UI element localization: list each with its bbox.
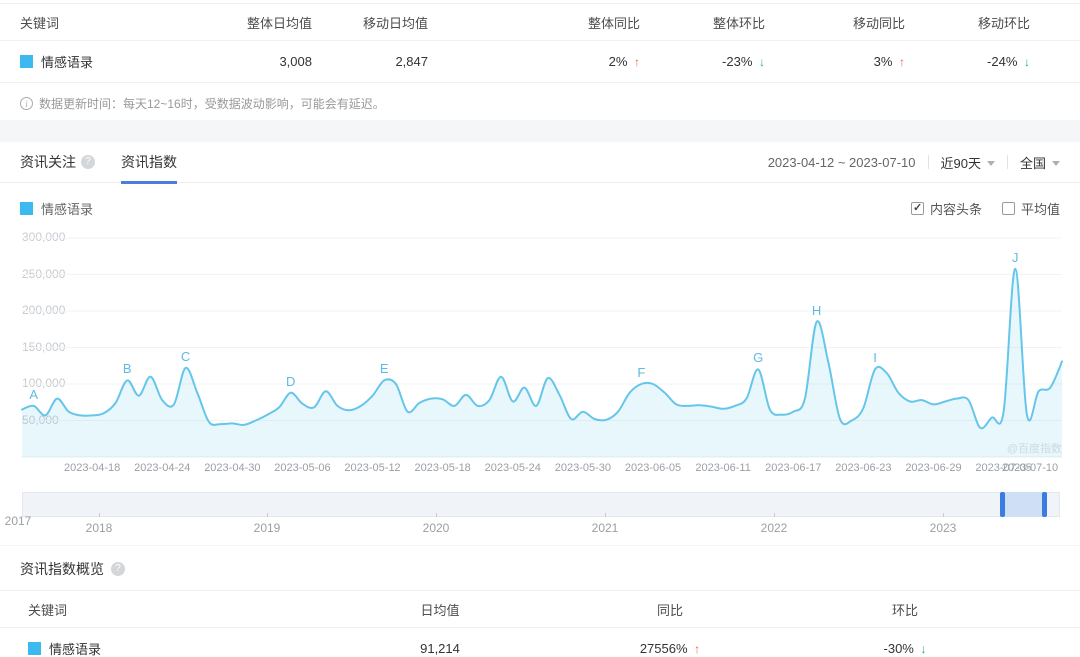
timeline-year-label: 2019	[254, 521, 281, 535]
overview-header-row: 关键词 日均值 同比 环比	[0, 590, 1080, 628]
overview-header-keyword: 关键词	[20, 600, 330, 619]
timeline-track[interactable]	[22, 492, 1060, 517]
timeline-tick	[774, 513, 775, 517]
overview-yoy-value: 27556% ↑	[550, 641, 790, 656]
overview-header-avg: 日均值	[330, 600, 550, 619]
timeline-tick	[943, 513, 944, 517]
overview-keyword-cell[interactable]: 情感语录	[20, 639, 330, 657]
news-index-overview: 资讯指数概览 ? 关键词 日均值 同比 环比 情感语录 91,214 27556…	[0, 545, 1080, 657]
timeline-tick	[436, 513, 437, 517]
timeline-year-label: 2017	[5, 514, 32, 528]
timeline-tick	[267, 513, 268, 517]
timeline-handle-left[interactable]	[1000, 492, 1005, 517]
overview-mom-value: -30% ↓	[790, 641, 1020, 656]
timeline-year-label: 2020	[423, 521, 450, 535]
baidu-index-page: 关键词 整体日均值 移动日均值 整体同比 整体环比 移动同比 移动环比 情感语录…	[0, 0, 1080, 657]
help-icon[interactable]: ?	[111, 562, 125, 576]
timeline-year-label: 2018	[86, 521, 113, 535]
timeline-year-label: 2021	[592, 521, 619, 535]
overview-avg-value: 91,214	[330, 641, 550, 656]
timeline-year-label: 2022	[761, 521, 788, 535]
timeline-selection[interactable]	[1002, 492, 1047, 517]
timeline-tick	[605, 513, 606, 517]
trend-arrow-icon: ↑	[694, 642, 700, 656]
timeline-tick	[99, 513, 100, 517]
keyword-color-swatch	[28, 642, 41, 655]
overview-title: 资讯指数概览	[20, 559, 104, 579]
trend-arrow-icon: ↓	[920, 642, 926, 656]
overview-header-mom: 环比	[790, 600, 1020, 619]
overview-header-yoy: 同比	[550, 600, 790, 619]
overview-keyword-name: 情感语录	[49, 639, 101, 657]
timeline-handle-right[interactable]	[1042, 492, 1047, 517]
overview-title-row: 资讯指数概览 ?	[0, 546, 1080, 590]
timeline-year-label: 2023	[930, 521, 957, 535]
overview-data-row: 情感语录 91,214 27556% ↑ -30% ↓	[0, 628, 1080, 657]
